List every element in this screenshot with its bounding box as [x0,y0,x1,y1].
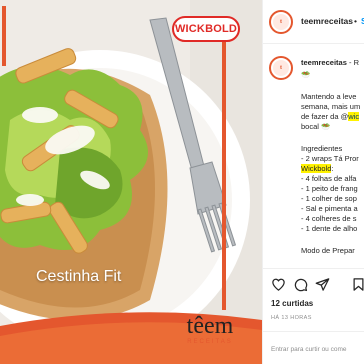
caption-line: bocal 🥗 [301,122,331,131]
ingredient-item: - Sal e pimenta a [301,204,358,213]
caption-suffix: - R [349,58,359,67]
caption-line: de fazer da @wic [301,112,360,122]
wickbold-logo: WICKBOLD [172,16,240,42]
post-sidebar: t teemreceitas • Se t teemreceitas - R 🥗… [262,0,364,364]
comment-box [263,331,364,364]
avatar-logo-icon: t [273,14,289,30]
ingredients-title: Ingredientes [301,144,343,153]
comment-icon[interactable] [293,277,308,292]
watermark-sub: RECEITAS [187,339,233,345]
caption-emoji: 🥗 [301,70,311,79]
mention-link[interactable]: wic [348,112,360,121]
header-separator: • [354,16,357,26]
brand-colon: : [331,164,334,173]
avatar[interactable]: t [269,10,293,34]
post-actions: 12 curtidas HÁ 13 HORAS [263,268,364,364]
brand-highlight-line: Wickbold: [301,164,334,174]
ingredient-item: - 4 colheres de s [301,214,357,223]
ingredient-item: - 1 colher de sop [301,194,357,203]
watermark-main: têem [186,313,234,339]
brand-logo-text: WICKBOLD [174,23,238,35]
ingredient-item: - 1 peito de frang [301,184,358,193]
share-icon[interactable] [315,277,330,292]
method-title: Modo de Prepar [301,246,355,255]
likes-count[interactable]: 12 curtidas [271,299,313,308]
ingredient-item: - 4 folhas de alfa [301,174,357,183]
caption-text: de fazer da @ [301,112,349,121]
comment-input[interactable] [271,342,364,356]
caption-line: Mantendo a leve [301,92,357,101]
caption-avatar[interactable]: t [269,56,293,80]
caption-area[interactable]: t teemreceitas - R 🥗 Mantendo a leve sem… [263,44,364,268]
post-image[interactable]: WICKBOLD Cestinha Fit têem RECEITAS [0,0,262,364]
caption-username[interactable]: teemreceitas [301,58,347,67]
brand-highlight[interactable]: Wickbold [301,164,332,173]
avatar-logo-icon: t [273,60,289,76]
bookmark-icon[interactable] [351,277,364,292]
dish-caption: Cestinha Fit [36,268,122,285]
header-username[interactable]: teemreceitas [301,16,353,26]
instagram-post-window: WICKBOLD Cestinha Fit têem RECEITAS t te… [0,0,364,364]
teem-watermark: têem RECEITAS [168,314,252,356]
post-header: t teemreceitas • Se [263,0,364,44]
heart-icon[interactable] [271,277,286,292]
ingredient-item: - 1 dente de alho [301,224,358,233]
ingredient-item: - 2 wraps Tá Pror [301,154,359,163]
post-timestamp[interactable]: HÁ 13 HORAS [271,315,312,321]
caption-line: semana, mais um [301,102,361,111]
